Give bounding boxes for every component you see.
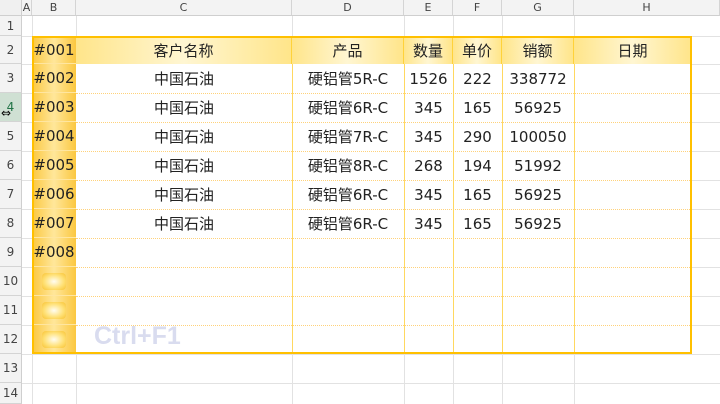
table-row-separator — [76, 93, 692, 94]
id-cell: #003 — [32, 93, 76, 122]
column-header-c[interactable]: C — [76, 0, 292, 16]
row-gridline — [22, 383, 720, 384]
data-cell[interactable] — [574, 180, 692, 209]
data-cell[interactable]: 硬铝管8R-C — [292, 151, 404, 180]
row-header-2[interactable]: 2 — [0, 36, 22, 64]
data-cell[interactable]: 194 — [453, 151, 502, 180]
row-header-1[interactable]: 1 — [0, 16, 22, 36]
table-row-separator — [76, 180, 692, 181]
id-cell: #006 — [32, 180, 76, 209]
row-header-3[interactable]: 3 — [0, 64, 22, 93]
table-column-separator — [574, 64, 575, 354]
id-cell: #008 — [32, 238, 76, 267]
column-header-e[interactable]: E — [404, 0, 453, 16]
data-cell[interactable]: 165 — [453, 209, 502, 238]
data-cell[interactable]: 345 — [404, 93, 453, 122]
data-cell[interactable]: 硬铝管6R-C — [292, 93, 404, 122]
row-header-10[interactable]: 10 — [0, 267, 22, 296]
column-header-g[interactable]: G — [502, 0, 574, 16]
data-cell[interactable]: 268 — [404, 151, 453, 180]
row-header-14[interactable]: 14 — [0, 383, 22, 404]
data-cell[interactable]: 硬铝管7R-C — [292, 122, 404, 151]
header-cell: 日期 — [574, 36, 692, 64]
column-header-a[interactable]: A — [22, 0, 32, 16]
column-header-f[interactable]: F — [453, 0, 502, 16]
data-cell[interactable]: 中国石油 — [76, 209, 292, 238]
data-cell[interactable] — [574, 93, 692, 122]
row-header-12[interactable]: 12 — [0, 325, 22, 354]
data-cell[interactable]: 56925 — [502, 209, 574, 238]
data-cell[interactable]: 中国石油 — [76, 93, 292, 122]
id-cell: #002 — [32, 64, 76, 93]
id-cell: #007 — [32, 209, 76, 238]
column-header-h[interactable]: H — [574, 0, 720, 16]
row-header-5[interactable]: 5 — [0, 122, 22, 151]
header-cell: 数量 — [404, 36, 453, 64]
data-cell[interactable] — [574, 64, 692, 93]
table-column-separator — [404, 64, 405, 354]
data-cell[interactable]: 硬铝管5R-C — [292, 64, 404, 93]
data-cell[interactable] — [574, 151, 692, 180]
table-row-separator — [76, 296, 692, 297]
highlight-glow — [42, 302, 66, 319]
data-cell[interactable]: 165 — [453, 180, 502, 209]
id-cell: #004 — [32, 122, 76, 151]
table-column-separator — [292, 64, 293, 354]
row-header-13[interactable]: 13 — [0, 354, 22, 383]
row-header-9[interactable]: 9 — [0, 238, 22, 267]
row-header-6[interactable]: 6 — [0, 151, 22, 180]
id-cell: #001 — [32, 36, 76, 64]
row-header-7[interactable]: 7 — [0, 180, 22, 209]
data-cell[interactable]: 100050 — [502, 122, 574, 151]
row-header-11[interactable]: 11 — [0, 296, 22, 325]
table-row-separator — [76, 122, 692, 123]
row-resize-cursor-icon: ⇔ — [1, 106, 12, 120]
data-cell[interactable]: 51992 — [502, 151, 574, 180]
header-cell: 客户名称 — [76, 36, 292, 64]
data-cell[interactable]: 中国石油 — [76, 151, 292, 180]
table-row-separator — [76, 238, 692, 239]
header-cell: 产品 — [292, 36, 404, 64]
data-cell[interactable]: 222 — [453, 64, 502, 93]
data-cell[interactable]: 中国石油 — [76, 64, 292, 93]
data-cell[interactable]: 290 — [453, 122, 502, 151]
row-header-8[interactable]: 8 — [0, 209, 22, 238]
table-row-separator — [76, 151, 692, 152]
shortcut-watermark: Ctrl+F1 — [94, 322, 181, 350]
highlight-glow — [42, 273, 66, 290]
table-column-separator — [502, 64, 503, 354]
data-cell[interactable]: 165 — [453, 93, 502, 122]
data-cell[interactable]: 中国石油 — [76, 122, 292, 151]
data-cell[interactable] — [574, 209, 692, 238]
table-row-separator — [76, 267, 692, 268]
data-cell[interactable]: 硬铝管6R-C — [292, 180, 404, 209]
column-header-d[interactable]: D — [292, 0, 404, 16]
data-cell[interactable]: 345 — [404, 209, 453, 238]
row-gridline — [22, 354, 720, 355]
id-cell: #005 — [32, 151, 76, 180]
select-all-corner[interactable] — [0, 0, 22, 16]
header-cell: 单价 — [453, 36, 502, 64]
data-cell[interactable]: 1526 — [404, 64, 453, 93]
data-cell[interactable] — [574, 122, 692, 151]
spreadsheet-grid[interactable]: ABCDEFGH 1 2 3 4 5 6 7 8 9 10 11 12 13 14 客户名称 产品 数量 单价销… — [0, 0, 720, 404]
data-cell[interactable]: 56925 — [502, 180, 574, 209]
data-cell[interactable]: 56925 — [502, 93, 574, 122]
table-column-separator — [453, 64, 454, 354]
data-cell[interactable]: 338772 — [502, 64, 574, 93]
column-header-b[interactable]: B — [32, 0, 76, 16]
table-row-separator — [76, 209, 692, 210]
data-cell[interactable]: 345 — [404, 122, 453, 151]
data-cell[interactable]: 345 — [404, 180, 453, 209]
header-cell: 销额 — [502, 36, 574, 64]
highlight-glow — [42, 331, 66, 348]
data-cell[interactable]: 硬铝管6R-C — [292, 209, 404, 238]
data-cell[interactable]: 中国石油 — [76, 180, 292, 209]
